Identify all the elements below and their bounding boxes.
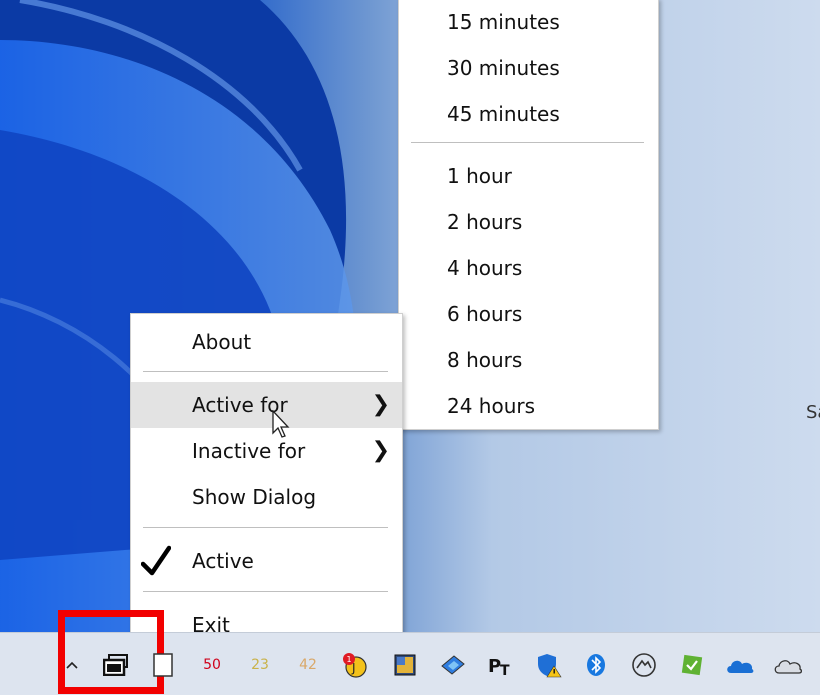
onedrive-icon[interactable]	[724, 648, 756, 682]
security-shield-icon[interactable]	[534, 648, 564, 682]
notes-icon[interactable]: J 1	[340, 648, 370, 682]
svg-text:1: 1	[347, 655, 352, 664]
submenu-separator	[411, 142, 644, 143]
submenu-item-45-minutes[interactable]: 45 minutes	[399, 91, 658, 137]
counter-red[interactable]: 50	[198, 648, 226, 682]
submenu-item-4-hours[interactable]: 4 hours	[399, 245, 658, 291]
menu-item-active[interactable]: Active	[131, 538, 402, 584]
cloud-icon[interactable]	[772, 648, 804, 682]
svg-text:T: T	[500, 663, 510, 676]
menu-separator	[143, 527, 388, 528]
mouse-cursor-icon	[272, 410, 290, 438]
tray-context-menu: About Active for ❯ Inactive for ❯ Show D…	[130, 313, 403, 650]
submenu-item-24-hours[interactable]: 24 hours	[399, 383, 658, 429]
counter-tan[interactable]: 42	[294, 648, 322, 682]
display-icon[interactable]	[102, 648, 130, 682]
submenu-item-8-hours[interactable]: 8 hours	[399, 337, 658, 383]
checkmark-icon	[141, 545, 171, 576]
menu-item-about[interactable]: About	[131, 319, 402, 365]
photos-icon[interactable]	[438, 648, 468, 682]
counter-yellow[interactable]: 23	[246, 648, 274, 682]
window-icon[interactable]	[150, 648, 176, 682]
powertoys-icon[interactable]: P T	[486, 648, 514, 682]
app-icon[interactable]	[392, 648, 418, 682]
chevron-right-icon: ❯	[371, 438, 390, 463]
submenu-item-30-minutes[interactable]: 30 minutes	[399, 45, 658, 91]
submenu-item-1-hour[interactable]: 1 hour	[399, 153, 658, 199]
check-app-icon[interactable]	[678, 648, 706, 682]
menu-item-active-for[interactable]: Active for ❯	[131, 382, 402, 428]
desktop-edge-text: Sa	[806, 402, 820, 423]
menu-separator	[143, 371, 388, 372]
chevron-up-icon[interactable]	[62, 648, 82, 682]
chevron-right-icon: ❯	[371, 392, 390, 417]
active-for-submenu: 15 minutes 30 minutes 45 minutes 1 hour …	[398, 0, 659, 430]
menu-item-label: Active	[192, 549, 254, 573]
submenu-item-15-minutes[interactable]: 15 minutes	[399, 0, 658, 45]
menu-separator	[143, 591, 388, 592]
submenu-item-6-hours[interactable]: 6 hours	[399, 291, 658, 337]
menu-item-inactive-for[interactable]: Inactive for ❯	[131, 428, 402, 474]
menu-item-label: Inactive for	[192, 439, 306, 463]
bluetooth-icon[interactable]	[584, 648, 608, 682]
menu-item-show-dialog[interactable]: Show Dialog	[131, 474, 402, 520]
performance-icon[interactable]	[630, 648, 658, 682]
submenu-item-2-hours[interactable]: 2 hours	[399, 199, 658, 245]
